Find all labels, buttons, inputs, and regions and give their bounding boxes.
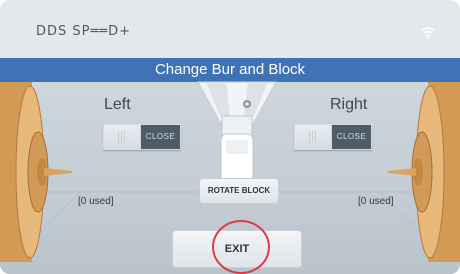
right-label: Right <box>330 96 368 113</box>
left-used-count: [0 used] <box>78 196 114 207</box>
block-holder-image <box>197 81 277 183</box>
right-toggle-thumb[interactable] <box>295 125 332 149</box>
left-close-toggle[interactable]: CLOSE <box>103 124 181 150</box>
top-bar: DDS SP══D+ <box>0 0 460 58</box>
left-spindle-image <box>0 82 72 262</box>
right-used-count: [0 used] <box>358 196 394 207</box>
brand-logo: DDS SP══D+ <box>36 24 132 39</box>
left-toggle-thumb[interactable] <box>104 125 141 149</box>
exit-button[interactable]: EXIT <box>172 230 302 268</box>
left-label: Left <box>104 96 131 113</box>
right-toggle-state: CLOSE <box>332 125 371 149</box>
device-screen: DDS SP══D+ Change Bur and Block Left Rig… <box>0 0 460 274</box>
rotate-block-button[interactable]: ROTATE BLOCK <box>199 178 279 204</box>
left-toggle-state: CLOSE <box>141 125 180 149</box>
wifi-icon <box>420 27 436 40</box>
right-spindle-image <box>388 82 460 262</box>
right-close-toggle[interactable]: CLOSE <box>294 124 372 150</box>
